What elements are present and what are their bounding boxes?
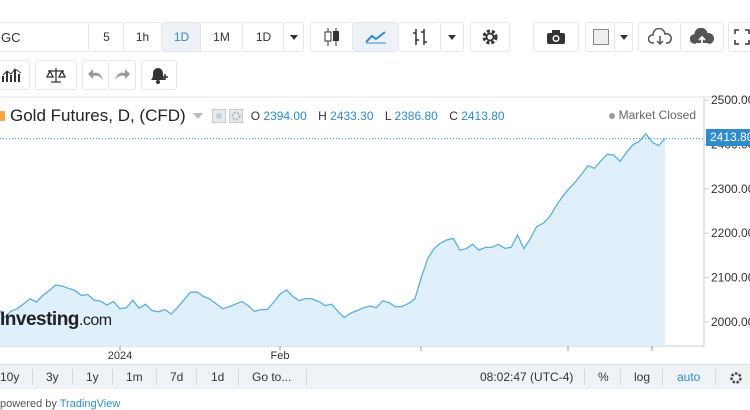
auto-scale-toggle[interactable]: auto <box>677 370 700 384</box>
separator <box>306 369 307 385</box>
bell-plus-icon <box>151 68 168 84</box>
separator <box>715 369 716 385</box>
separator <box>156 369 157 385</box>
separator <box>196 369 197 385</box>
high-value: 2433.30 <box>330 109 374 123</box>
chart-properties-icon[interactable] <box>729 371 743 385</box>
separator <box>72 369 73 385</box>
y-tick-label: 2000.00 <box>711 315 750 329</box>
clock-time: 08:02:47 (UTC-4) <box>480 370 574 384</box>
low-label: L <box>384 109 392 123</box>
color-swatch-icon <box>592 29 609 45</box>
interval-dropdown-value[interactable]: 1D <box>242 22 284 52</box>
legend-marker <box>0 111 5 121</box>
separator <box>112 369 113 385</box>
separator <box>662 369 663 385</box>
separator <box>32 369 33 385</box>
chart-style-chevron-icon[interactable] <box>440 22 464 52</box>
x-tick-label: 2024 <box>108 350 132 362</box>
eye-toggle-icon[interactable] <box>211 109 226 123</box>
market-status-text: Market Closed <box>618 108 696 122</box>
undo-icon <box>87 69 103 80</box>
range-7d[interactable]: 7d <box>170 370 183 384</box>
high-label: H <box>318 109 327 123</box>
screenshot-button[interactable] <box>533 22 579 52</box>
range-1y[interactable]: 1y <box>86 370 99 384</box>
time-axis: 2024 Feb <box>108 346 653 362</box>
y-tick-label: 2300.00 <box>711 182 750 196</box>
undo-button[interactable] <box>82 60 108 90</box>
area-style-button[interactable] <box>352 22 398 52</box>
close-label: C <box>449 109 458 123</box>
x-tick-label: Feb <box>271 350 290 362</box>
low-value: 2386.80 <box>394 109 438 123</box>
scale-icon <box>46 68 66 83</box>
camera-icon <box>547 30 565 44</box>
last-price-tag: 2413.80 <box>706 129 750 146</box>
separator <box>584 369 585 385</box>
area-chart-icon <box>364 31 386 44</box>
log-scale-toggle[interactable]: log <box>634 370 650 384</box>
candles-style-button[interactable] <box>310 22 352 52</box>
legend-title: Gold Futures, D, (CFD) <box>10 106 186 125</box>
indicators-icon <box>2 68 22 82</box>
range-1m[interactable]: 1m <box>126 370 143 384</box>
interval-5-button[interactable]: 5 <box>88 22 124 52</box>
y-tick-label: 2100.00 <box>711 271 750 285</box>
save-chart-button[interactable] <box>680 22 724 52</box>
range-10y[interactable]: 10y <box>0 370 19 384</box>
percent-scale-toggle[interactable]: % <box>598 370 609 384</box>
add-alert-button[interactable] <box>141 60 177 90</box>
gear-icon <box>482 29 498 45</box>
range-1d[interactable]: 1d <box>211 370 224 384</box>
main-toolbar: GC 5 1h 1D 1M 1D <box>0 19 750 55</box>
compare-button[interactable] <box>35 60 77 90</box>
chart-legend: Gold Futures, D, (CFD) O 2394.00 H 2433.… <box>0 104 513 128</box>
interval-1m-button[interactable]: 1M <box>200 22 242 52</box>
bars-style-button[interactable] <box>398 22 440 52</box>
tradingview-link[interactable]: TradingView <box>60 398 121 410</box>
y-tick-label: 2500.00 <box>711 93 750 107</box>
range-bar: 10y 3y 1y 1m 7d 1d Go to... 08:02:47 (UT… <box>0 364 750 389</box>
powered-by-text: powered by <box>0 398 57 410</box>
market-status: Market Closed <box>608 108 696 122</box>
logo-domain: .com <box>78 312 112 329</box>
legend-settings-icon[interactable] <box>228 109 243 123</box>
logo-name: Investing <box>0 309 79 330</box>
color-picker-chevron-icon[interactable] <box>614 22 633 52</box>
candlestick-icon <box>324 28 339 46</box>
cloud-upload-icon <box>690 28 714 45</box>
color-picker-button[interactable] <box>585 22 615 52</box>
open-value: 2394.00 <box>263 109 307 123</box>
open-label: O <box>250 109 261 123</box>
symbol-input[interactable]: GC <box>0 22 88 52</box>
separator <box>620 369 621 385</box>
redo-icon <box>115 69 130 80</box>
secondary-toolbar <box>0 58 750 92</box>
redo-button[interactable] <box>108 60 136 90</box>
investing-logo: Investing.com <box>0 309 112 331</box>
symbol-text: GC <box>1 29 21 45</box>
fullscreen-icon <box>733 29 750 45</box>
powered-by: powered by TradingView <box>0 398 120 410</box>
y-tick-label: 2200.00 <box>711 226 750 240</box>
legend-chevron-icon[interactable] <box>192 112 204 120</box>
indicators-button[interactable] <box>0 60 30 90</box>
interval-dropdown-chevron-icon[interactable] <box>283 22 304 52</box>
fullscreen-button[interactable] <box>728 22 750 52</box>
close-value: 2413.80 <box>461 109 505 123</box>
cloud-download-icon <box>647 28 672 46</box>
range-3y[interactable]: 3y <box>46 370 59 384</box>
status-dot <box>608 112 615 119</box>
load-chart-button[interactable] <box>638 22 680 52</box>
interval-1d-button[interactable]: 1D <box>161 22 201 52</box>
price-chart[interactable]: 2000.002100.002200.002300.002400.002500.… <box>0 93 750 362</box>
separator <box>238 369 239 385</box>
ohlc-bars-icon <box>412 29 427 45</box>
interval-1h-button[interactable]: 1h <box>123 22 161 52</box>
settings-button[interactable] <box>470 22 510 52</box>
goto-date-button[interactable]: Go to... <box>252 370 291 384</box>
